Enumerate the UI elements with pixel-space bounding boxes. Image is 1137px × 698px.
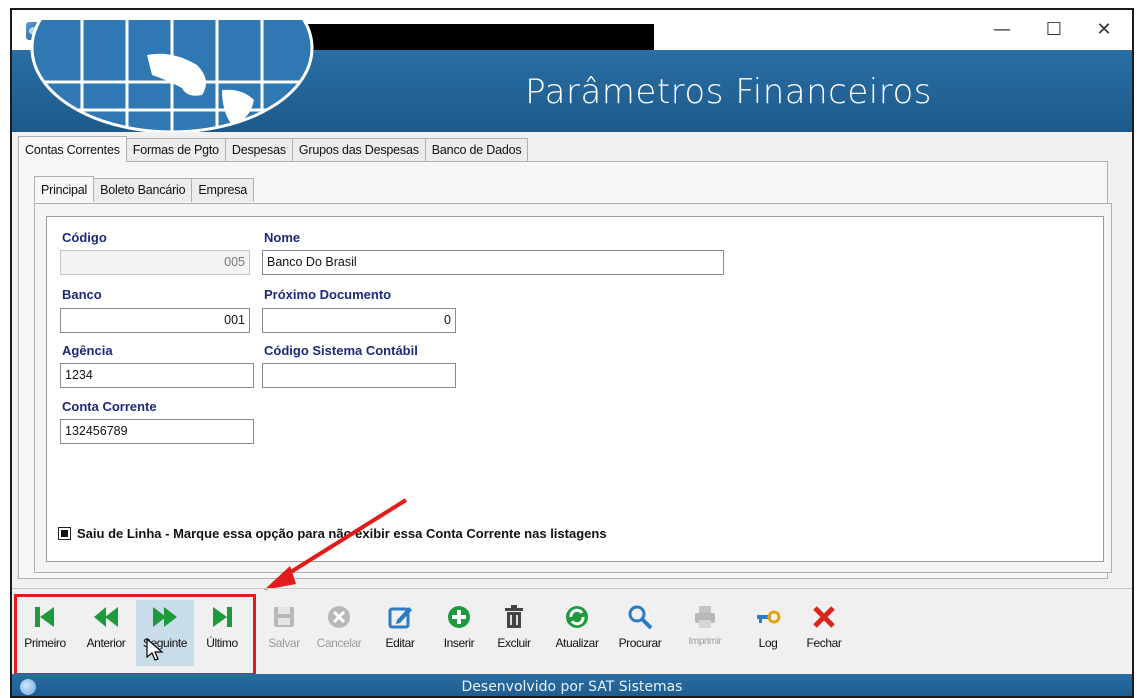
save-icon: [274, 607, 294, 627]
tab-boleto-bancario[interactable]: Boleto Bancário: [93, 178, 193, 202]
close-window-button[interactable]: ✕: [1084, 16, 1124, 44]
atualizar-label: Atualizar: [555, 636, 599, 650]
imprimir-label: Imprimir: [688, 636, 722, 647]
skip-first-icon: [35, 607, 54, 627]
ultimo-button[interactable]: Último: [198, 600, 246, 666]
skip-last-icon: [213, 607, 232, 627]
tab-banco-de-dados[interactable]: Banco de Dados: [424, 138, 529, 162]
edit-icon: [388, 607, 412, 629]
saiu-de-linha-checkbox[interactable]: [58, 527, 71, 540]
banco-field[interactable]: 001: [60, 308, 250, 333]
proximo-documento-field[interactable]: 0: [262, 308, 456, 333]
main-tabs: Contas Correntes Formas de Pgto Despesas…: [18, 136, 529, 162]
inserir-label: Inserir: [443, 636, 475, 650]
tab-principal[interactable]: Principal: [34, 176, 95, 202]
toolbar-divider: [12, 588, 1132, 589]
cancelar-label: Cancelar: [316, 636, 362, 650]
fast-forward-icon: [153, 607, 177, 627]
nome-label: Nome: [264, 230, 301, 245]
log-label: Log: [758, 636, 778, 650]
agencia-field[interactable]: 1234: [60, 363, 254, 388]
salvar-label: Salvar: [268, 636, 300, 650]
search-icon: [628, 605, 653, 630]
seguinte-label: Seguinte: [142, 636, 188, 650]
tab-despesas[interactable]: Despesas: [224, 138, 293, 162]
conta-corrente-label: Conta Corrente: [62, 399, 157, 414]
close-x-icon: [813, 606, 835, 628]
atualizar-button[interactable]: Atualizar: [550, 600, 604, 666]
key-icon: [757, 610, 781, 624]
tab-formas-de-pgto[interactable]: Formas de Pgto: [125, 138, 226, 162]
codigo-sistema-contabil-field[interactable]: [262, 363, 456, 388]
seguinte-button[interactable]: Seguinte: [136, 600, 194, 666]
toolbar: Primeiro Anterior Seguinte Último Salvar…: [12, 600, 1132, 668]
mouse-cursor-icon: [146, 638, 164, 661]
globe-status-icon: [20, 679, 36, 695]
agencia-label: Agência: [62, 343, 113, 358]
anterior-label: Anterior: [86, 636, 126, 650]
refresh-icon: [566, 606, 588, 628]
codigo-sistema-contabil-label: Código Sistema Contábil: [264, 343, 418, 358]
cancelar-button[interactable]: Cancelar: [310, 600, 368, 666]
banco-label: Banco: [62, 287, 102, 302]
maximize-button[interactable]: ☐: [1034, 16, 1074, 44]
minimize-button[interactable]: —: [982, 16, 1022, 44]
editar-label: Editar: [385, 636, 415, 650]
conta-corrente-field[interactable]: 132456789: [60, 419, 254, 444]
app-window: — ☐ ✕ Parâmetros Financeiros Contas Corr…: [10, 8, 1134, 698]
primeiro-label: Primeiro: [24, 636, 66, 650]
excluir-button[interactable]: Excluir: [494, 600, 534, 666]
sub-tabs: Principal Boleto Bancário Empresa: [34, 176, 255, 202]
tab-empresa[interactable]: Empresa: [191, 178, 255, 202]
plus-circle-icon: [448, 606, 470, 628]
fechar-label: Fechar: [806, 636, 842, 650]
inserir-button[interactable]: Inserir: [438, 600, 480, 666]
procurar-button[interactable]: Procurar: [612, 600, 668, 666]
globe-logo-icon: [22, 20, 322, 132]
status-text: Desenvolvido por SAT Sistemas: [461, 679, 683, 695]
salvar-button[interactable]: Salvar: [262, 600, 306, 666]
tab-contas-correntes[interactable]: Contas Correntes: [18, 136, 127, 162]
printer-icon: [695, 606, 715, 628]
rewind-icon: [94, 607, 118, 627]
codigo-label: Código: [62, 230, 107, 245]
page-title: Parâmetros Financeiros: [525, 72, 932, 112]
cancel-icon: [328, 606, 350, 628]
excluir-label: Excluir: [497, 636, 531, 650]
anterior-button[interactable]: Anterior: [76, 600, 136, 666]
editar-button[interactable]: Editar: [380, 600, 420, 666]
proximo-documento-label: Próximo Documento: [264, 287, 392, 302]
codigo-field[interactable]: 005: [60, 250, 250, 275]
procurar-label: Procurar: [618, 636, 662, 650]
saiu-de-linha-label: Saiu de Linha - Marque essa opção para n…: [77, 526, 607, 541]
trash-icon: [505, 605, 523, 628]
fechar-button[interactable]: Fechar: [800, 600, 848, 666]
primeiro-button[interactable]: Primeiro: [16, 600, 74, 666]
imprimir-button[interactable]: Imprimir: [680, 600, 730, 666]
nome-field[interactable]: Banco Do Brasil: [262, 250, 724, 275]
status-bar: Desenvolvido por SAT Sistemas: [12, 674, 1132, 696]
log-button[interactable]: Log: [748, 600, 788, 666]
tab-grupos-das-despesas[interactable]: Grupos das Despesas: [291, 138, 426, 162]
ultimo-label: Último: [206, 636, 238, 650]
saiu-de-linha-option[interactable]: Saiu de Linha - Marque essa opção para n…: [58, 526, 607, 541]
header-banner: Parâmetros Financeiros: [12, 20, 1132, 132]
